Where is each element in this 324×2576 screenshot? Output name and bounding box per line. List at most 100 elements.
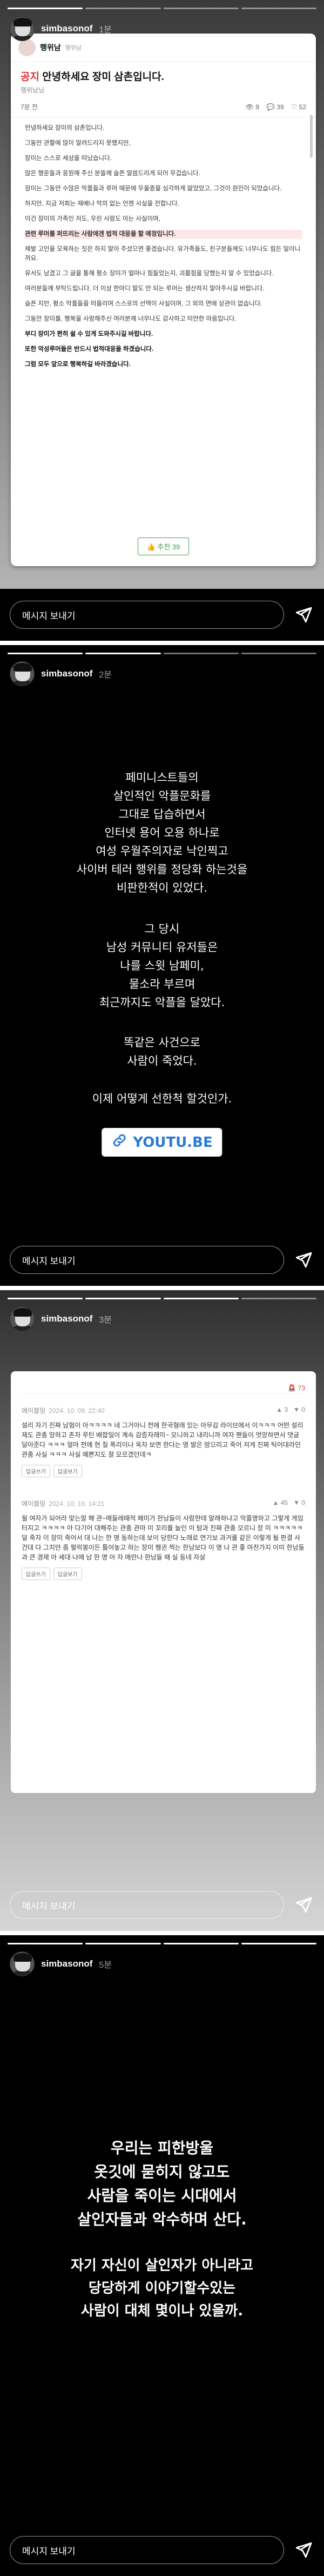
avatar[interactable] <box>10 1951 35 1976</box>
story-text-block-3: 똑같은 사건으로 사람이 죽었다. <box>0 1033 324 1070</box>
author-meta: 행위남 <box>65 45 82 51</box>
message-input[interactable]: 메시지 보내기 <box>10 2536 284 2564</box>
article-scrollbar[interactable] <box>310 115 313 158</box>
thumb-up-icon[interactable]: ▲ 3 <box>276 1406 288 1415</box>
comment-actions: 답글쓰기 답글보기 <box>22 1465 305 1477</box>
comment-text: 될 여자가 되어라 맞는말 해 관~매들레때적 페미가 한남들이 사람한테 알래… <box>22 1515 305 1561</box>
story-line: 사이버 테러 행위를 정당화 하는것을 <box>76 863 248 876</box>
story-line: 사람이 대체 몇이나 있을까. <box>80 2303 244 2319</box>
story-1: 행위남 행위남 공지 안녕하세요 장미 삼촌입니다. 행위남님 7분 전 👁 9… <box>0 0 324 641</box>
story-footer: 메시지 보내기 <box>0 589 324 641</box>
story-4: simbasonof 5분 우리는 피한방울 옷깃에 묻히지 않고도 사람을 죽… <box>0 1935 324 2576</box>
article-paragraph: 그동안 관할에 많이 알려드리지 못했지만, <box>25 140 131 147</box>
reply-button[interactable]: 답글쓰기 <box>22 1465 50 1477</box>
progress-bar <box>8 1943 83 1944</box>
thumb-up-icon[interactable]: ▲ 45 <box>273 1499 288 1508</box>
progress-bars <box>8 8 316 9</box>
like-count: ♡ 52 <box>291 103 306 111</box>
comment-text: 설리 자기 진짜 남혐이 아ㅋㅋㅋㅋ 네 그거아니 전에 한국형래 있는 아무감… <box>22 1422 303 1458</box>
thumb-down-icon[interactable]: ▼ 0 <box>293 1499 305 1508</box>
send-icon[interactable] <box>293 1249 314 1271</box>
article-paragraph: 장미는 스스로 세상을 떠났습니다. <box>25 155 112 162</box>
avatar[interactable] <box>10 16 35 41</box>
avatar[interactable] <box>10 661 35 686</box>
link-icon <box>111 1132 127 1152</box>
story-text-block-1: 페미니스트들의 살인적인 악플문화를 그대로 답습하면서 인터넷 용어 오용 하… <box>0 768 324 897</box>
article-stats: 7분 전 👁 9 💬 39 ♡ 52 <box>11 97 316 117</box>
author-name: 행위남 <box>40 43 61 52</box>
progress-bar <box>85 1298 161 1299</box>
link-label: YOUTU.BE <box>133 1134 213 1151</box>
article-paragraph: 또한 악성루머들은 반드시 법적대응을 하겠습니다. <box>25 346 154 353</box>
comment-user: 에이블밍 <box>22 1407 46 1415</box>
story-text-block-2: 자기 자신이 살인자가 아니라고 당당하게 이야기할수있는 사람이 대체 몇이나… <box>0 2254 324 2322</box>
progress-bar <box>8 8 83 9</box>
views-count: 👁 9 <box>245 103 259 111</box>
avatar[interactable] <box>10 1306 35 1331</box>
send-icon[interactable] <box>293 2539 314 2561</box>
comment-votes: ▲ 45 ▼ 0 <box>273 1499 305 1508</box>
progress-bar <box>163 1298 239 1299</box>
story-text-block-2: 그 당시 남성 커뮤니티 유저들은 나를 스윗 남페미, 물소라 부르며 최근까… <box>0 920 324 1012</box>
article-paragraph: 그동안 장미를, 행복을 사랑해주신 여러분께 너무나도 감사하고 미안한 마음… <box>25 316 237 322</box>
story-line: 페미니스트들의 <box>125 771 199 784</box>
progress-bar <box>241 8 316 9</box>
story-header: simbasonof 1분 <box>10 16 112 41</box>
comment-user: 에이블밍 <box>22 1500 46 1508</box>
comments-topline: 🚨 73 <box>22 1382 305 1394</box>
story-line: 인터넷 용어 오용 하나로 <box>104 826 220 839</box>
comment-count: 💬 39 <box>266 103 284 111</box>
article-paragraph: 유서도 남겼고 그 글을 통해 평소 장미가 얼마나 힘들었는지, 괴롭힘을 당… <box>25 270 274 277</box>
article-paragraph: 안녕하세요 장미의 삼촌입니다. <box>25 125 105 131</box>
progress-bar <box>163 1943 239 1944</box>
article-paragraph: 여러분들께 부탁드립니다. 더 이상 한마디 말도 안 되는 루머는 생산하지 … <box>25 286 265 292</box>
progress-bar <box>85 1943 161 1944</box>
story-2: simbasonof 2분 페미니스트들의 살인적인 악플문화를 그대로 답습하… <box>0 645 324 1286</box>
article-title-text: 안녕하세요 장미 삼촌입니다. <box>42 71 164 83</box>
username[interactable]: simbasonof <box>41 1958 92 1969</box>
reply-button[interactable]: 답글쓰기 <box>22 1568 50 1580</box>
link-sticker[interactable]: YOUTU.BE <box>102 1128 222 1157</box>
article-title-block: 공지 안녕하세요 장미 삼촌입니다. 행위남님 <box>11 62 316 97</box>
recommend-button[interactable]: 👍 추천 39 <box>137 537 190 555</box>
author-avatar <box>18 39 36 56</box>
story-line: 사람이 죽었다. <box>127 1054 197 1067</box>
article-paragraph: 이건 장미의 가족인 저도, 우린 사람도 아는 사실이며, <box>25 216 160 222</box>
story-line: 남성 커뮤니티 유저들은 <box>106 941 218 954</box>
comment-item: 에이블밍 2024. 10. 10. 14:21 ▲ 45 ▼ 0 될 여자가 되어… <box>22 1499 305 1580</box>
view-replies-button[interactable]: 답글보기 <box>53 1568 82 1580</box>
article-paragraph: 많은 행운들과 응원해 주신 분들께 슬픈 말씀드리게 되어 무겁습니다. <box>25 170 200 177</box>
view-replies-button[interactable]: 답글보기 <box>53 1465 82 1477</box>
story-line: 옷깃에 묻히지 않고도 <box>94 2163 230 2181</box>
article-sub: 행위남님 <box>21 87 45 94</box>
story-line: 우리는 피한방울 <box>110 2139 214 2157</box>
progress-bar <box>163 8 239 9</box>
story-line: 물소라 부르며 <box>129 978 195 991</box>
message-input[interactable]: 메시지 보내기 <box>10 1891 284 1919</box>
send-icon[interactable] <box>293 1894 314 1916</box>
username[interactable]: simbasonof <box>41 23 92 34</box>
progress-bars <box>8 1298 316 1299</box>
thumb-down-icon[interactable]: ▼ 0 <box>293 1406 305 1415</box>
story-text-block-1: 우리는 피한방울 옷깃에 묻히지 않고도 사람을 죽이는 시대에서 살인자들과 … <box>0 2136 324 2232</box>
message-input[interactable]: 메시지 보내기 <box>10 601 284 629</box>
story-time: 2분 <box>99 670 112 680</box>
progress-bar <box>8 653 83 654</box>
username[interactable]: simbasonof <box>41 668 92 679</box>
article-screenshot: 행위남 행위남 공지 안녕하세요 장미 삼촌입니다. 행위남님 7분 전 👁 9… <box>11 34 316 566</box>
story-header: simbasonof 2분 <box>10 661 112 686</box>
username[interactable]: simbasonof <box>41 1313 92 1324</box>
story-time: 5분 <box>99 1961 112 1970</box>
comment-date: 2024. 10. 09. 22:40 <box>49 1407 105 1415</box>
story-text-block-4: 이제 어떻게 선한척 할것인가. <box>0 1090 324 1108</box>
story-line: 나를 스윗 남페미, <box>120 959 204 972</box>
story-footer: 메시지 보내기 <box>0 1879 324 1931</box>
story-line: 살인적인 악플문화를 <box>113 789 211 802</box>
story-line: 그대로 답습하면서 <box>118 808 206 821</box>
article-paragraph: 부디 장미가 편히 쉴 수 있게 도와주시길 바랍니다. <box>25 331 153 337</box>
comments-screenshot: 🚨 73 에이블밍 2024. 10. 09. 22:40 ▲ 3 ▼ 0 설리 자… <box>11 1371 316 1793</box>
story-stack: 행위남 행위남 공지 안녕하세요 장미 삼촌입니다. 행위남님 7분 전 👁 9… <box>0 0 324 2576</box>
message-input[interactable]: 메시지 보내기 <box>10 1246 284 1274</box>
story-header: simbasonof 5분 <box>10 1951 112 1976</box>
send-icon[interactable] <box>293 604 314 626</box>
